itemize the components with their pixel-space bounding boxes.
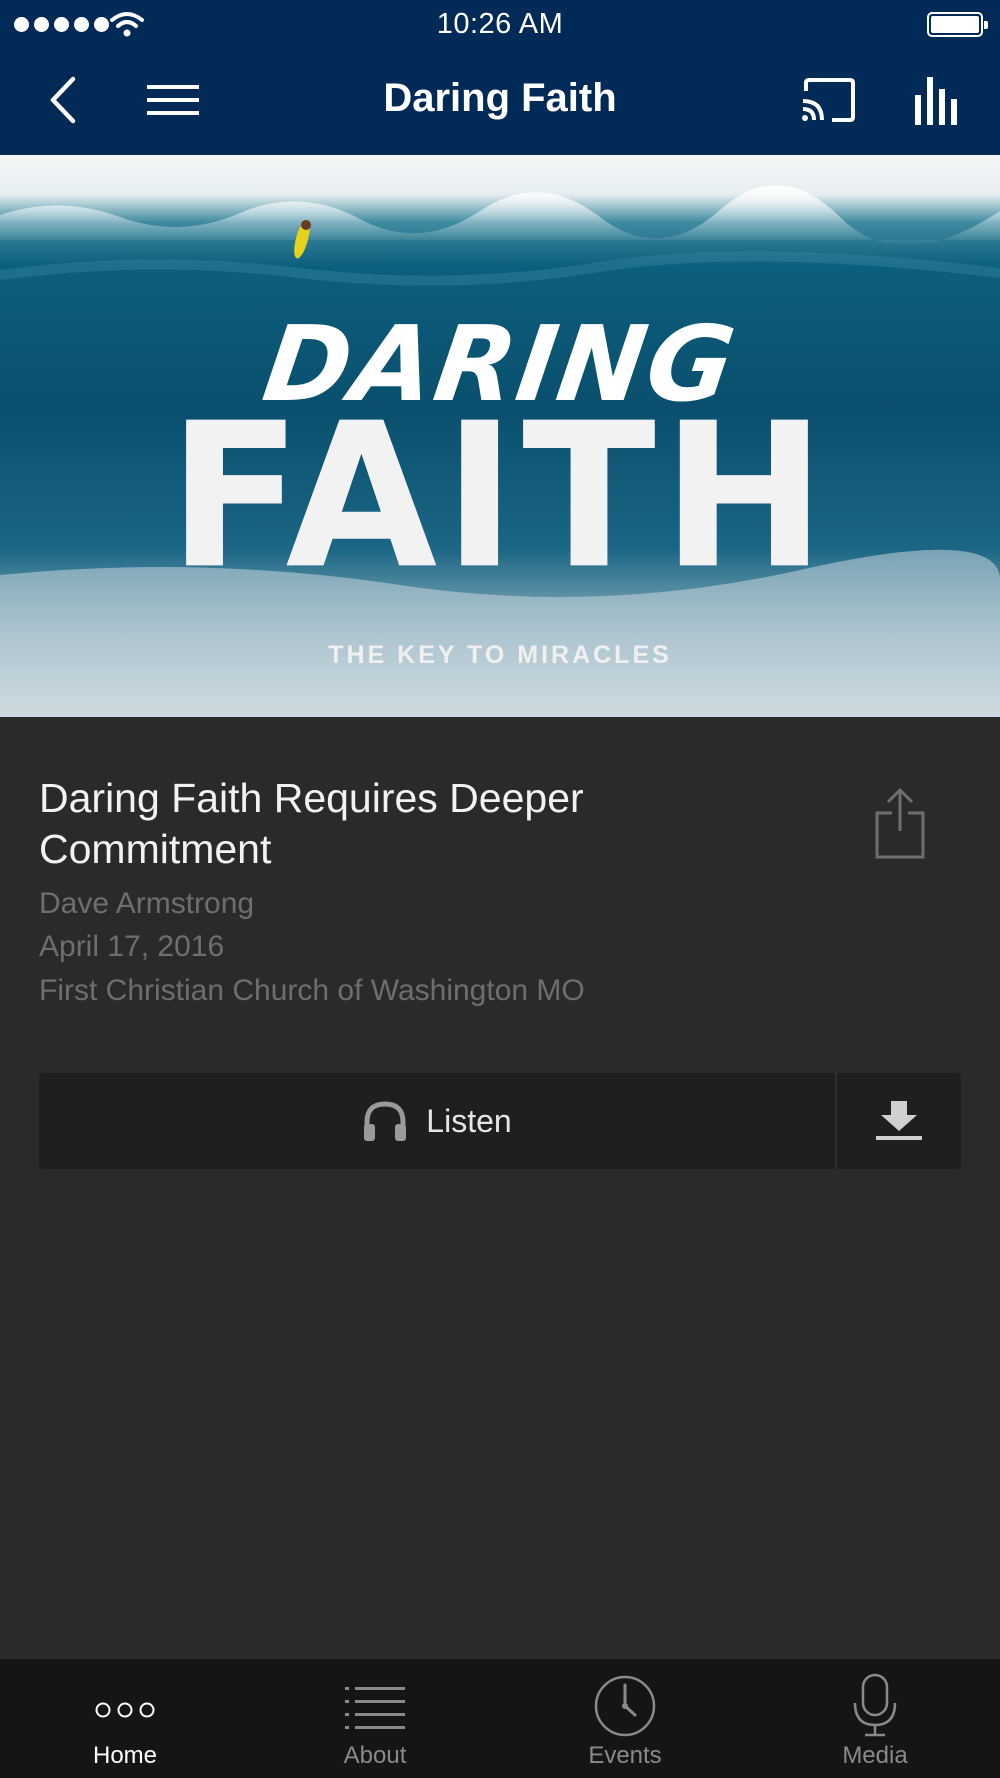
list-icon [345,1687,405,1729]
equalizer-icon [915,77,957,125]
sermon-details: Daring Faith Requires Deeper Commitment … [0,717,1000,1659]
now-playing-button[interactable] [905,70,967,130]
status-time: 10:26 AM [436,8,564,40]
top-bar: 10:26 AM Daring Faith [0,0,1000,155]
battery-icon [927,12,988,37]
tab-media-label: Media [842,1742,908,1769]
download-icon [876,1101,922,1140]
status-bar: 10:26 AM [0,0,1000,50]
series-artwork: DARING FAITH THE KEY TO MIRACLES [0,155,1000,717]
tab-home-label: Home [92,1742,158,1769]
tab-media[interactable]: Media [750,1659,1000,1778]
sermon-date: April 17, 2016 [39,930,225,963]
artwork-subtitle: THE KEY TO MIRACLES [328,641,672,669]
artwork-title-line2: FAITH [168,380,832,614]
share-button[interactable] [872,787,928,859]
download-button[interactable] [835,1073,961,1169]
listen-row: Listen [39,1073,961,1169]
listen-label: Listen [426,1102,512,1139]
cast-icon [802,78,855,122]
share-icon [875,787,925,859]
tab-events[interactable]: Events [500,1659,750,1778]
listen-button[interactable]: Listen [39,1073,835,1169]
tab-events-label: Events [588,1742,662,1769]
sermon-speaker: Dave Armstrong [39,887,255,920]
microphone-icon [853,1673,897,1737]
sermon-church: First Christian Church of Washington MO [39,974,585,1007]
clock-icon [594,1675,656,1737]
headphones-icon [364,1101,407,1141]
tab-home[interactable]: Home [0,1659,250,1778]
tab-about[interactable]: About [250,1659,500,1778]
sermon-title: Daring Faith Requires Deeper Commitment [39,775,584,872]
dots-icon [95,1702,155,1718]
cast-button[interactable] [795,70,861,130]
tab-bar: Home About Events Media [0,1659,1000,1778]
tab-about-label: About [343,1742,407,1769]
